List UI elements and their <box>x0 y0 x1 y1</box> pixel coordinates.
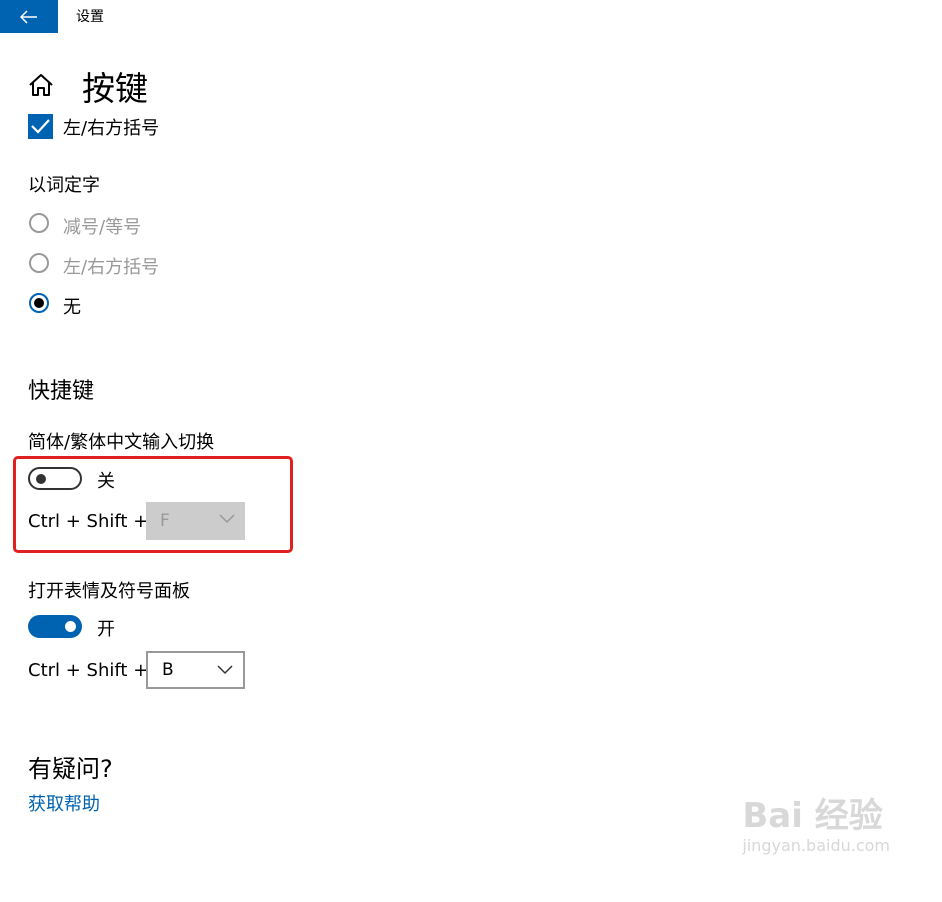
radio-minus-equal[interactable] <box>29 213 49 233</box>
emoji-panel-toggle[interactable] <box>28 615 82 638</box>
watermark-url: jingyan.baidu.com <box>742 836 890 855</box>
radio-dot <box>34 298 44 308</box>
brackets-checkbox-label: 左/右方括号 <box>63 118 160 139</box>
radio-brackets[interactable] <box>29 253 49 273</box>
brackets-checkbox[interactable] <box>28 114 53 139</box>
chevron-down-icon <box>217 665 233 675</box>
window-title: 设置 <box>76 9 104 25</box>
checkmark-icon <box>31 119 50 134</box>
emoji-panel-combo-prefix: Ctrl + Shift + <box>28 660 149 681</box>
back-button[interactable] <box>0 0 58 33</box>
page-title: 按键 <box>82 69 148 108</box>
shortcuts-heading: 快捷键 <box>28 379 95 404</box>
emoji-panel-key-value: B <box>162 660 174 680</box>
help-heading: 有疑问? <box>28 755 113 783</box>
back-arrow-icon <box>20 9 37 24</box>
radio-none-label: 无 <box>63 297 81 318</box>
home-icon[interactable] <box>28 72 54 98</box>
radio-none[interactable] <box>29 293 49 313</box>
highlight-annotation <box>13 456 293 553</box>
emoji-panel-label: 打开表情及符号面板 <box>28 581 190 602</box>
radio-minus-equal-label: 减号/等号 <box>63 217 142 238</box>
emoji-panel-toggle-state: 开 <box>97 619 115 640</box>
word-select-heading: 以词定字 <box>28 175 100 196</box>
watermark-logo: Bai 经验 <box>742 796 883 836</box>
emoji-panel-key-dropdown[interactable]: B <box>146 651 245 689</box>
toggle-knob <box>65 621 76 632</box>
simp-trad-label: 简体/繁体中文输入切换 <box>28 432 215 453</box>
baidu-watermark: Bai 经验 jingyan.baidu.com <box>742 796 890 855</box>
get-help-link[interactable]: 获取帮助 <box>28 790 100 816</box>
radio-brackets-label: 左/右方括号 <box>63 257 160 278</box>
